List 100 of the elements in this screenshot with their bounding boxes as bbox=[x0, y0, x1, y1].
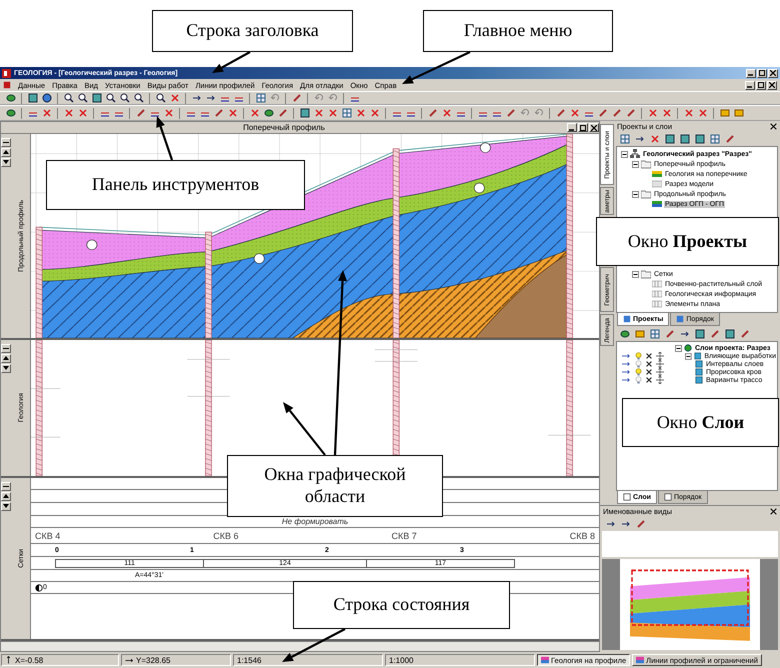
tool-button[interactable] bbox=[618, 328, 631, 340]
status-text: 1:1546 bbox=[237, 656, 262, 664]
minimize-button[interactable] bbox=[567, 123, 577, 132]
tool-button[interactable] bbox=[40, 92, 53, 104]
layer-icon bbox=[620, 329, 630, 339]
collapse-icon[interactable] bbox=[685, 352, 692, 360]
tool-button[interactable] bbox=[132, 92, 145, 104]
cross-icon bbox=[328, 108, 338, 118]
scroll-up-button[interactable] bbox=[1, 354, 11, 363]
scroll-up-button[interactable] bbox=[1, 148, 11, 157]
tool-button[interactable] bbox=[76, 92, 89, 104]
grid-icon bbox=[256, 93, 266, 103]
tool-button[interactable] bbox=[262, 107, 275, 119]
close-button[interactable] bbox=[768, 68, 778, 78]
scroll-down-button[interactable] bbox=[1, 158, 11, 167]
callout-arrow bbox=[212, 51, 251, 73]
tool-button[interactable] bbox=[723, 328, 736, 340]
undo-icon bbox=[534, 108, 544, 118]
layer-icon bbox=[636, 656, 644, 664]
scroll-down-button[interactable] bbox=[1, 364, 11, 373]
close-icon bbox=[770, 123, 777, 130]
collapse-button[interactable] bbox=[1, 482, 11, 491]
collapse-button[interactable] bbox=[1, 344, 11, 353]
close-icon bbox=[770, 70, 776, 76]
minimize-button[interactable] bbox=[746, 68, 756, 78]
horizontal-scrollbar[interactable] bbox=[1, 641, 599, 651]
layer-icon bbox=[264, 108, 274, 118]
collapse-icon[interactable] bbox=[632, 160, 639, 168]
cross-icon bbox=[648, 108, 658, 118]
tool-button[interactable] bbox=[4, 92, 17, 104]
tab-icon bbox=[664, 493, 672, 501]
minus-icon bbox=[3, 140, 9, 145]
tool-button[interactable] bbox=[90, 92, 103, 104]
callout-label: Строка заголовка bbox=[152, 10, 353, 52]
tool-button[interactable] bbox=[4, 107, 17, 119]
grid-note: Не формировать bbox=[280, 517, 350, 526]
cross-icon bbox=[370, 108, 380, 118]
callout-label: Строка состояния bbox=[293, 581, 510, 629]
well-label: СКВ 8 bbox=[570, 530, 595, 540]
globe-icon bbox=[684, 344, 692, 352]
grid-icon bbox=[652, 279, 662, 289]
collapse-button[interactable] bbox=[1, 138, 11, 147]
cross-icon bbox=[78, 108, 88, 118]
pencil-icon bbox=[556, 108, 566, 118]
minimize-button[interactable] bbox=[745, 80, 755, 90]
tab-icon bbox=[676, 315, 684, 323]
lightbulb-icon[interactable] bbox=[635, 360, 642, 368]
tool-button[interactable] bbox=[104, 92, 117, 104]
cross-icon bbox=[314, 108, 324, 118]
triangle-up-icon bbox=[3, 494, 9, 499]
square-icon bbox=[300, 108, 310, 118]
tool-button[interactable] bbox=[693, 328, 706, 340]
undo-icon bbox=[328, 93, 338, 103]
tool-button[interactable] bbox=[62, 92, 75, 104]
pencil-icon bbox=[710, 329, 720, 339]
tool-button[interactable] bbox=[118, 92, 131, 104]
collapse-icon[interactable] bbox=[632, 270, 639, 278]
square-icon bbox=[28, 93, 38, 103]
triangle-down-icon bbox=[3, 160, 9, 165]
square-icon bbox=[92, 93, 102, 103]
grid-icon bbox=[342, 108, 352, 118]
tab-icon bbox=[623, 493, 631, 501]
arrow-icon bbox=[634, 134, 644, 144]
lightbulb-icon[interactable] bbox=[635, 352, 642, 360]
close-button[interactable] bbox=[767, 80, 777, 90]
status-text: Y=328.65 bbox=[136, 656, 170, 664]
arrow-icon bbox=[680, 329, 690, 339]
pencil-icon bbox=[136, 108, 146, 118]
view-title: Поперечный профиль bbox=[242, 123, 326, 132]
scroll-up-button[interactable] bbox=[1, 492, 11, 501]
triangle-up-icon bbox=[3, 150, 9, 155]
cross-icon bbox=[570, 108, 580, 118]
pencil-icon bbox=[724, 134, 734, 144]
scroll-down-button[interactable] bbox=[1, 502, 11, 511]
cross-icon bbox=[698, 108, 708, 118]
collapse-icon[interactable] bbox=[632, 190, 639, 198]
folder-icon bbox=[641, 269, 651, 279]
tool-button[interactable] bbox=[693, 133, 706, 145]
tool-button[interactable] bbox=[298, 107, 311, 119]
close-button[interactable] bbox=[589, 123, 599, 132]
callout-arrow bbox=[156, 116, 174, 160]
callout-arrow bbox=[283, 402, 326, 456]
tool-button[interactable] bbox=[154, 92, 167, 104]
collapse-icon[interactable] bbox=[675, 344, 682, 352]
tool-button[interactable] bbox=[663, 133, 676, 145]
globe-icon bbox=[42, 93, 52, 103]
maximize-button[interactable] bbox=[578, 123, 588, 132]
tool-button[interactable] bbox=[678, 133, 691, 145]
half-circle-icon bbox=[35, 584, 43, 592]
callout-arrow bbox=[282, 628, 346, 662]
vertical-arrow-icon bbox=[5, 656, 12, 664]
tool-button[interactable] bbox=[26, 92, 39, 104]
lightbulb-icon[interactable] bbox=[635, 368, 642, 376]
arrow-icon bbox=[606, 519, 616, 529]
triangle-down-icon bbox=[3, 504, 9, 509]
collapse-icon[interactable] bbox=[621, 150, 628, 158]
lightbulb-icon[interactable] bbox=[635, 376, 642, 384]
close-icon bbox=[591, 124, 597, 130]
square-icon bbox=[694, 329, 704, 339]
pencil-icon bbox=[428, 108, 438, 118]
